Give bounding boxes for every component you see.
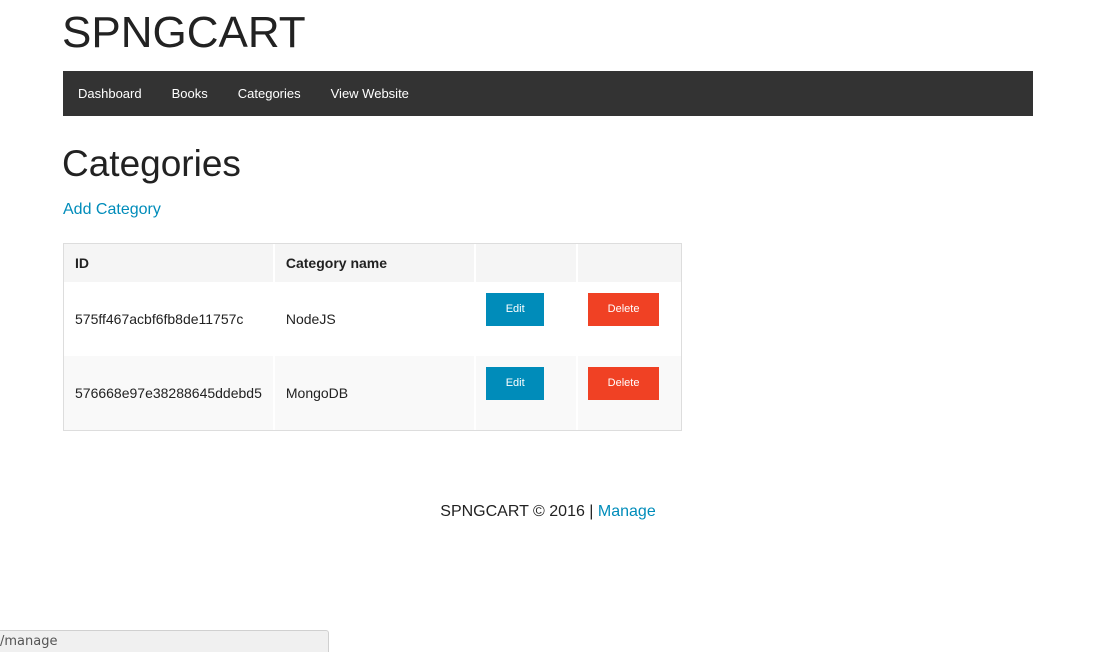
footer-manage-link[interactable]: Manage — [598, 503, 656, 520]
column-header-delete — [578, 244, 681, 282]
nav-books[interactable]: Books — [157, 71, 223, 116]
categories-table: ID Category name 575ff467acbf6fb8de11757… — [63, 243, 682, 431]
top-navigation: Dashboard Books Categories View Website — [63, 71, 1033, 116]
edit-button[interactable]: Edit — [486, 367, 545, 400]
category-id-cell: 575ff467acbf6fb8de11757c — [64, 282, 275, 356]
edit-button[interactable]: Edit — [486, 293, 545, 326]
delete-button[interactable]: Delete — [588, 293, 660, 326]
delete-button[interactable]: Delete — [588, 367, 660, 400]
category-name-cell: NodeJS — [274, 282, 477, 356]
category-name-cell: MongoDB — [274, 356, 477, 430]
site-title: SPNGCART — [62, 8, 306, 57]
footer-copyright: SPNGCART © 2016 | — [440, 503, 598, 520]
table-row: 575ff467acbf6fb8de11757c NodeJS Edit Del… — [64, 282, 681, 356]
status-bar-url: /manage — [0, 630, 329, 652]
page-title: Categories — [62, 143, 241, 184]
column-header-edit — [476, 244, 579, 282]
column-header-id: ID — [64, 244, 275, 282]
column-header-category-name: Category name — [274, 244, 477, 282]
table-header-row: ID Category name — [64, 244, 681, 282]
add-category-link[interactable]: Add Category — [63, 201, 161, 219]
nav-view-website[interactable]: View Website — [316, 71, 424, 116]
nav-categories[interactable]: Categories — [223, 71, 316, 116]
nav-dashboard[interactable]: Dashboard — [63, 71, 157, 116]
category-id-cell: 576668e97e38288645ddebd5 — [64, 356, 275, 430]
footer: SPNGCART © 2016 | Manage — [0, 503, 1096, 521]
table-row: 576668e97e38288645ddebd5 MongoDB Edit De… — [64, 356, 681, 430]
